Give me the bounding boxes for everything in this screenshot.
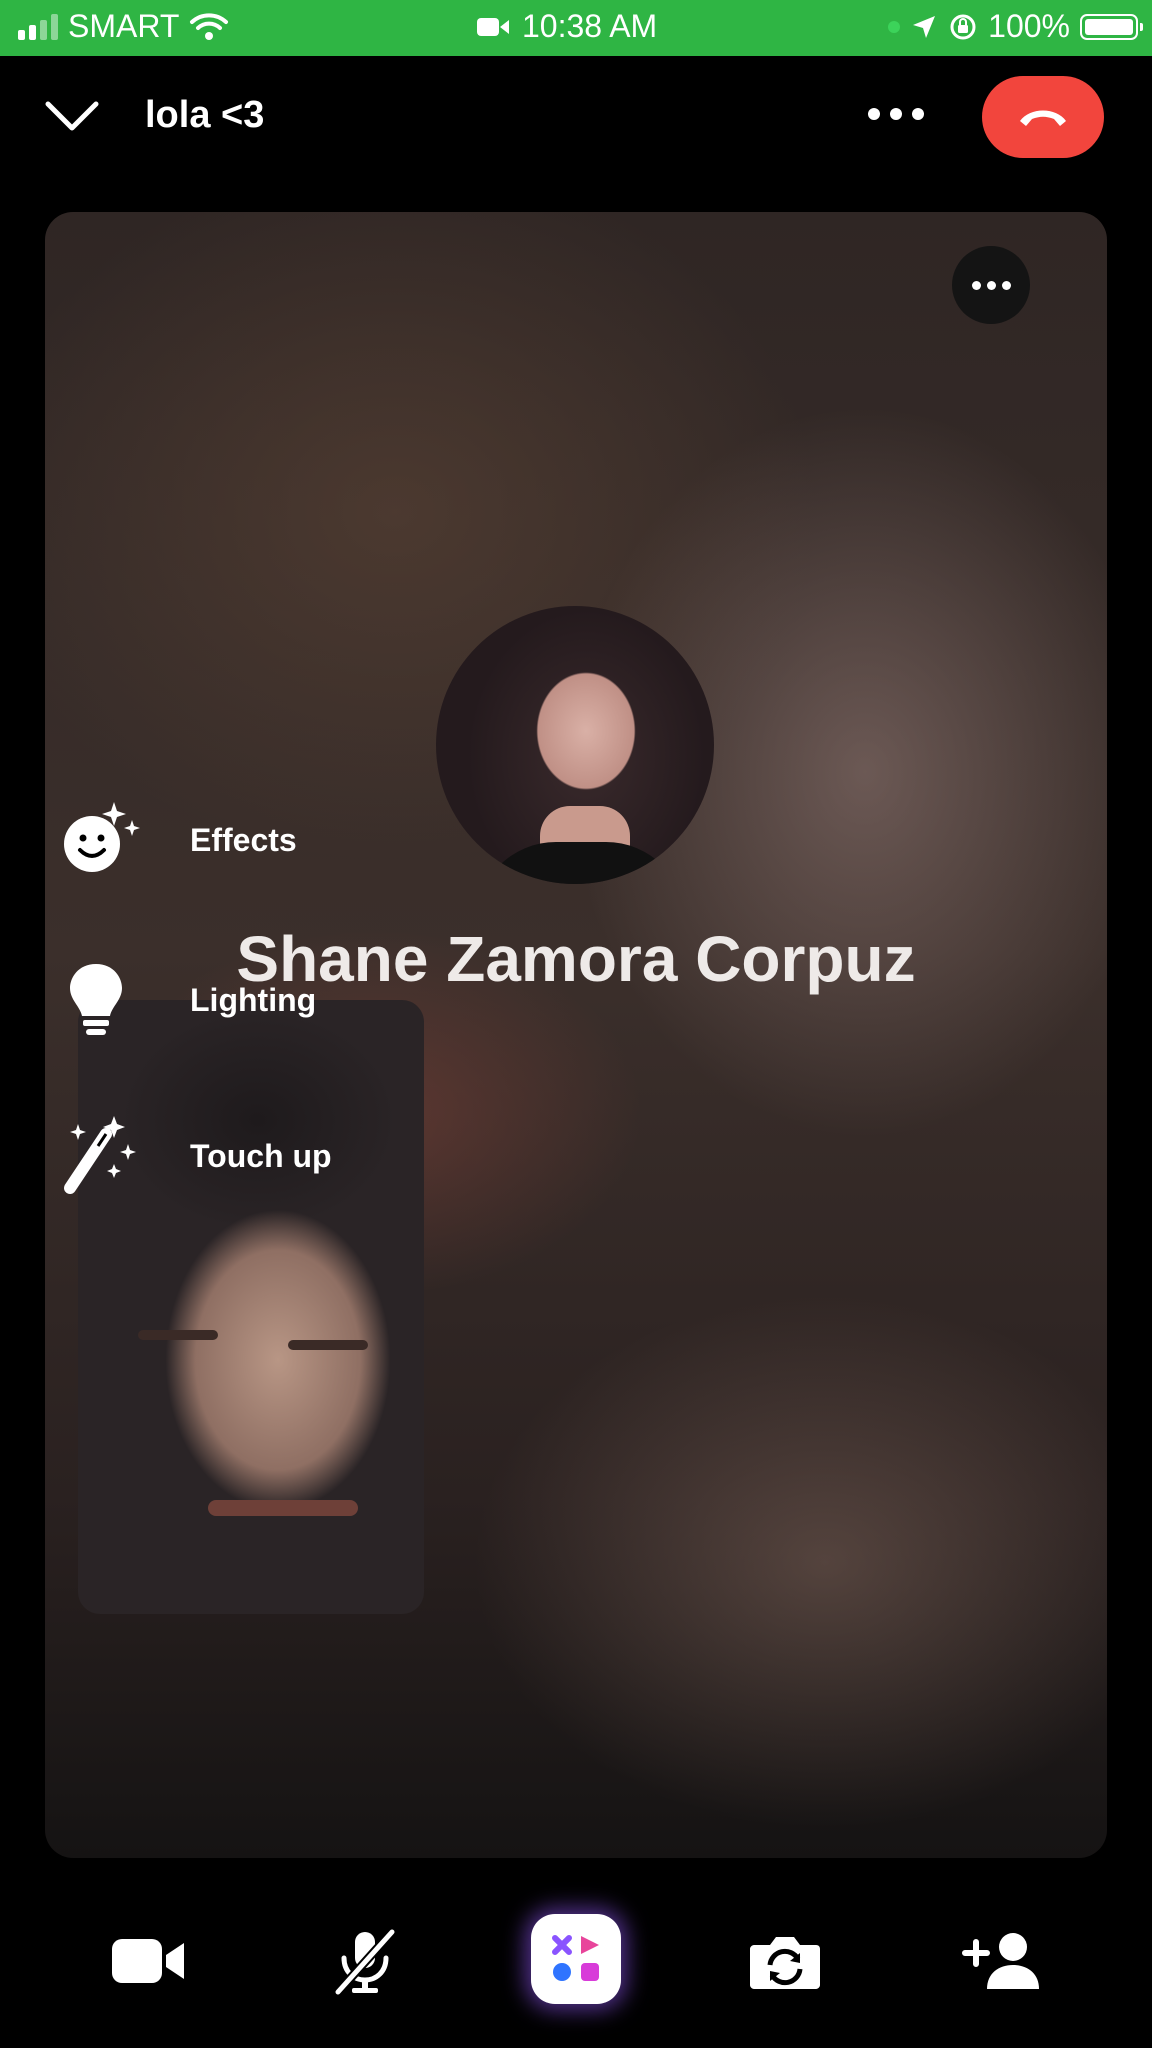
flip-camera-icon — [750, 1937, 820, 1989]
self-video-preview[interactable] — [78, 1000, 424, 1614]
caller-avatar — [436, 606, 714, 884]
touch-up-button[interactable]: Touch up — [62, 1114, 332, 1198]
flip-camera-button[interactable] — [742, 1918, 828, 2004]
call-title: lola <3 — [145, 94, 265, 136]
orientation-lock-icon — [950, 14, 976, 39]
lightbulb-icon — [70, 964, 122, 1035]
status-bar: SMART 10:38 AM 100% — [0, 0, 1152, 56]
location-arrow-icon — [913, 15, 936, 38]
magic-wand-icon — [64, 1116, 136, 1194]
caller-name: Shane Zamora Corpuz — [236, 923, 916, 995]
call-header: lola <3 — [0, 56, 1152, 180]
effects-icon — [64, 802, 140, 872]
more-options-icon[interactable] — [868, 108, 924, 120]
end-call-button[interactable] — [982, 76, 1104, 158]
lighting-button[interactable]: Lighting — [62, 958, 316, 1042]
activities-button[interactable] — [531, 1914, 621, 2004]
wifi-icon — [190, 12, 229, 40]
signal-strength-icon — [18, 13, 58, 40]
add-participant-button[interactable] — [958, 1918, 1044, 2004]
camera-in-use-indicator — [888, 20, 901, 33]
clock: 10:38 AM — [522, 8, 658, 44]
video-toggle-button[interactable] — [106, 1918, 192, 2004]
battery-icon — [1080, 13, 1143, 40]
mute-toggle-button[interactable] — [322, 1918, 408, 2004]
touch-up-label: Touch up — [190, 1137, 332, 1174]
hang-up-icon — [1020, 110, 1066, 126]
carrier-label: SMART — [68, 8, 180, 44]
activities-icon — [552, 1935, 599, 1981]
call-toolbar — [0, 1896, 1152, 2026]
effects-button[interactable]: Effects — [62, 798, 297, 882]
battery-percent: 100% — [988, 8, 1070, 44]
add-person-icon — [962, 1933, 1039, 1989]
mic-muted-icon — [333, 1927, 397, 1996]
effects-label: Effects — [190, 821, 297, 858]
lighting-label: Lighting — [190, 981, 317, 1018]
video-recording-icon — [477, 17, 509, 36]
video-camera-icon — [112, 1939, 184, 1983]
chevron-down-icon[interactable] — [44, 96, 100, 136]
card-more-button[interactable] — [952, 246, 1030, 324]
